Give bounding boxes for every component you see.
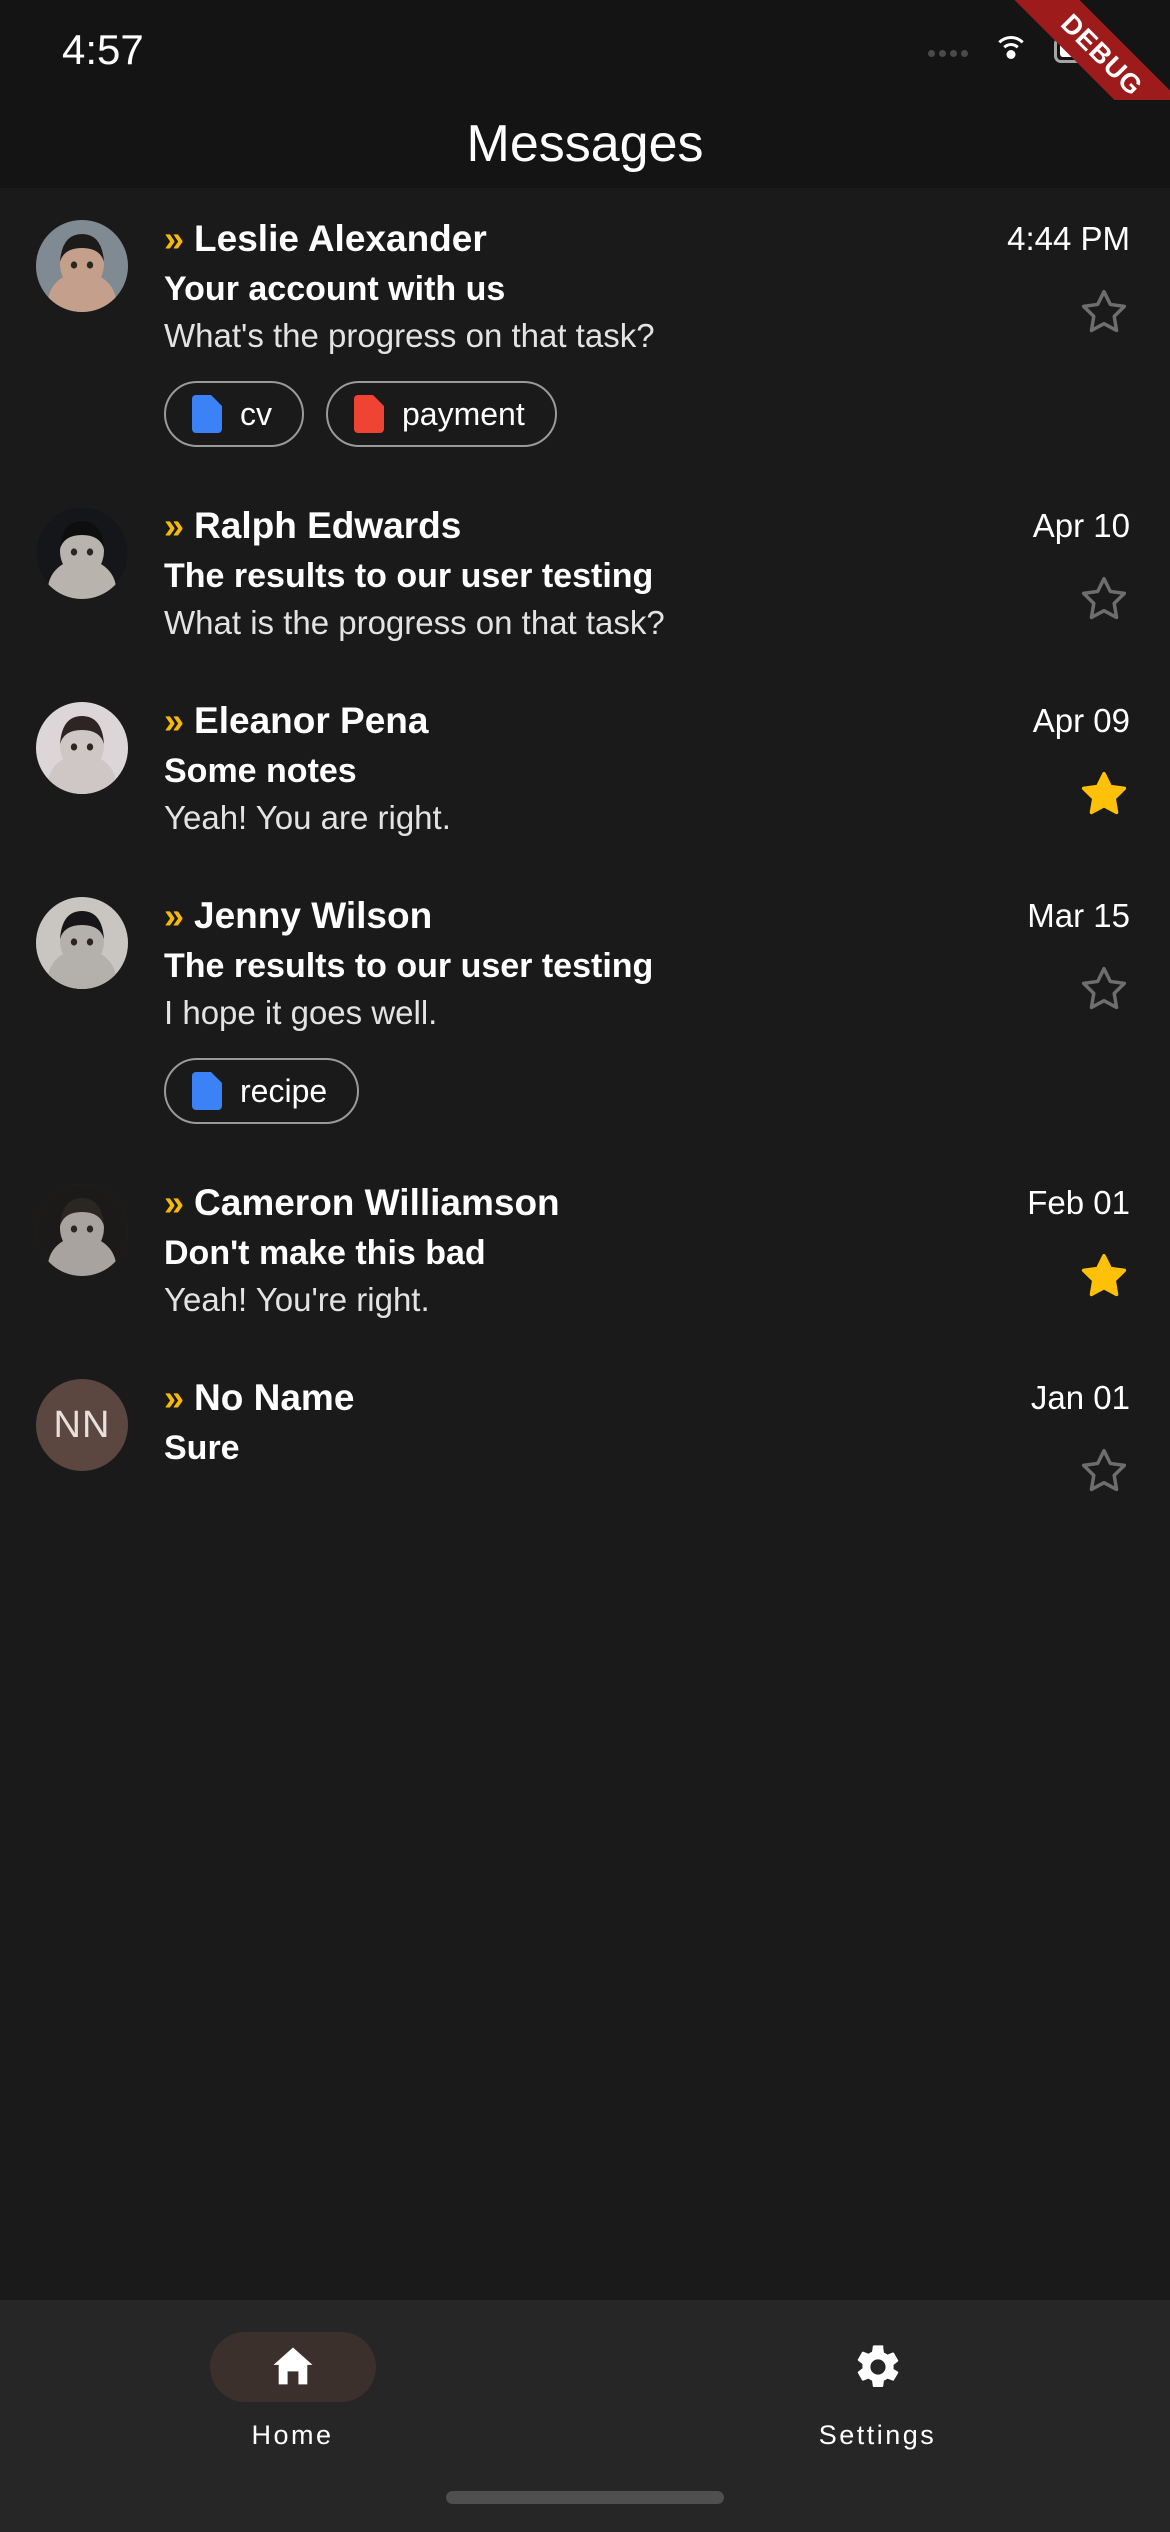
message-meta: Mar 15	[960, 893, 1130, 1124]
message-content: » Leslie Alexander Your account with us Wha…	[164, 216, 942, 447]
page-title: Messages	[466, 115, 704, 173]
avatar[interactable]	[36, 897, 128, 989]
nav-item-settings[interactable]: Settings	[585, 2332, 1170, 2451]
message-content: » No Name Sure	[164, 1375, 942, 1497]
settings-nav-pill[interactable]	[795, 2332, 961, 2402]
message-row[interactable]: » Leslie Alexander Your account with us Wha…	[0, 188, 1170, 475]
star-outline-icon[interactable]	[1078, 1445, 1130, 1497]
unread-chevrons-icon: »	[164, 1377, 184, 1418]
avatar[interactable]	[36, 220, 128, 312]
message-preview: I hope it goes well.	[164, 994, 438, 1031]
attachment-label: payment	[402, 395, 525, 432]
sender-name: No Name	[194, 1377, 355, 1418]
message-date: 4:44 PM	[1007, 220, 1130, 257]
message-content: » Jenny Wilson The results to our user tes…	[164, 893, 942, 1124]
unread-chevrons-icon: »	[164, 505, 184, 546]
sender-name: Ralph Edwards	[194, 505, 462, 546]
message-subject: Sure	[164, 1429, 240, 1467]
message-content: » Cameron Williamson Don't make this bad Ye…	[164, 1180, 942, 1319]
star-filled-icon[interactable]	[1078, 1250, 1130, 1302]
message-preview: Yeah! You are right.	[164, 799, 451, 836]
avatar[interactable]: NN	[36, 1379, 128, 1471]
sender-name: Jenny Wilson	[194, 895, 433, 936]
attachment-chip[interactable]: cv	[164, 381, 304, 447]
document-icon	[192, 1072, 222, 1110]
message-subject: Don't make this bad	[164, 1234, 486, 1272]
gear-icon	[857, 2345, 898, 2388]
message-name-line: » Leslie Alexander	[164, 218, 942, 260]
message-subject: Your account with us	[164, 270, 506, 308]
message-row[interactable]: » Eleanor Pena Some notes Yeah! You are rig…	[0, 670, 1170, 865]
unread-chevrons-icon: »	[164, 218, 184, 259]
attachment-label: cv	[240, 395, 272, 432]
attachment-chips: cv payment	[164, 381, 942, 447]
status-icons	[928, 36, 1110, 64]
star-outline-icon[interactable]	[1078, 963, 1130, 1015]
sender-name: Leslie Alexander	[194, 218, 487, 259]
message-row[interactable]: » Jenny Wilson The results to our user tes…	[0, 865, 1170, 1152]
message-date: Apr 09	[1032, 702, 1130, 739]
message-list[interactable]: » Leslie Alexander Your account with us Wha…	[0, 188, 1170, 2188]
home-indicator[interactable]	[446, 2491, 724, 2504]
message-preview: Yeah! You're right.	[164, 1281, 430, 1318]
message-row[interactable]: NN » No Name Sure Jan 01	[0, 1347, 1170, 1525]
message-name-line: » Ralph Edwards	[164, 505, 942, 547]
attachment-label: recipe	[240, 1072, 328, 1109]
nav-label-settings: Settings	[818, 2420, 937, 2450]
avatar[interactable]	[36, 1184, 128, 1276]
message-meta: Apr 09	[960, 698, 1130, 837]
document-icon	[192, 395, 222, 433]
sender-name: Eleanor Pena	[194, 700, 429, 741]
unread-chevrons-icon: »	[164, 1182, 184, 1223]
message-meta: Jan 01	[960, 1375, 1130, 1497]
document-icon	[354, 395, 384, 433]
message-meta: Apr 10	[960, 503, 1130, 642]
message-name-line: » Eleanor Pena	[164, 700, 942, 742]
nav-label-home: Home	[251, 2420, 334, 2450]
message-name-line: » Jenny Wilson	[164, 895, 942, 937]
message-name-line: » Cameron Williamson	[164, 1182, 942, 1224]
attachment-chips: recipe	[164, 1058, 942, 1124]
message-row[interactable]: » Cameron Williamson Don't make this bad Ye…	[0, 1152, 1170, 1347]
avatar[interactable]	[36, 507, 128, 599]
bottom-navigation: Home Settings	[0, 2300, 1170, 2532]
battery-icon	[1054, 37, 1110, 63]
message-subject: The results to our user testing	[164, 557, 654, 595]
avatar-initials: NN	[53, 1403, 111, 1446]
message-subject: The results to our user testing	[164, 947, 654, 985]
avatar[interactable]	[36, 702, 128, 794]
star-outline-icon[interactable]	[1078, 286, 1130, 338]
message-subject: Some notes	[164, 752, 357, 790]
message-row[interactable]: » Ralph Edwards The results to our user te…	[0, 475, 1170, 670]
message-content: » Eleanor Pena Some notes Yeah! You are rig…	[164, 698, 942, 837]
attachment-chip[interactable]: recipe	[164, 1058, 360, 1124]
message-content: » Ralph Edwards The results to our user te…	[164, 503, 942, 642]
home-nav-pill[interactable]	[209, 2332, 376, 2402]
message-date: Mar 15	[1027, 897, 1130, 934]
star-filled-icon[interactable]	[1078, 768, 1130, 820]
message-meta: 4:44 PM	[960, 216, 1130, 447]
unread-chevrons-icon: »	[164, 895, 184, 936]
sender-name: Cameron Williamson	[194, 1182, 560, 1223]
wifi-icon	[992, 36, 1030, 64]
message-date: Apr 10	[1032, 507, 1130, 544]
message-preview: What's the progress on that task?	[164, 317, 655, 354]
home-icon	[273, 2347, 312, 2385]
message-preview: What is the progress on that task?	[164, 604, 665, 641]
star-outline-icon[interactable]	[1078, 573, 1130, 625]
message-date: Jan 01	[1030, 1379, 1130, 1416]
message-meta: Feb 01	[960, 1180, 1130, 1319]
attachment-chip[interactable]: payment	[326, 381, 557, 447]
status-time: 4:57	[62, 26, 144, 73]
status-bar: 4:57	[0, 0, 1170, 100]
unread-chevrons-icon: »	[164, 700, 184, 741]
nav-item-home[interactable]: Home	[0, 2332, 585, 2451]
app-bar: Messages	[0, 100, 1170, 188]
message-name-line: » No Name	[164, 1377, 942, 1419]
signal-dots-icon	[928, 43, 968, 57]
message-date: Feb 01	[1027, 1184, 1130, 1221]
